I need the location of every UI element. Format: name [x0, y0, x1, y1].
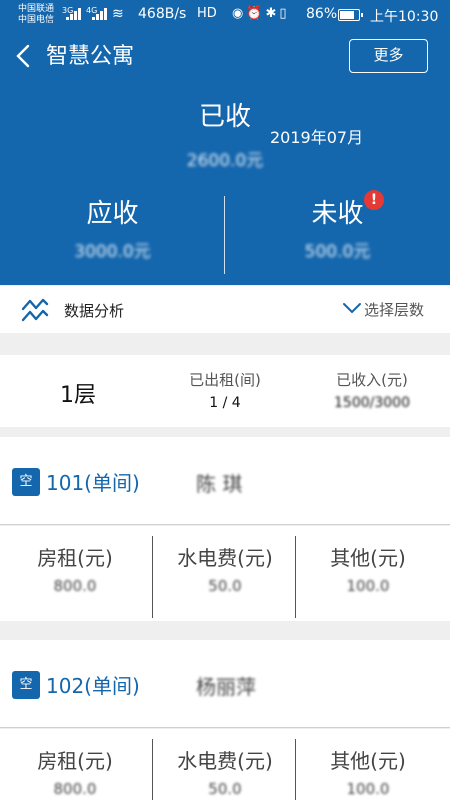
trend-chart-icon[interactable] [20, 296, 50, 328]
unreceived-stat[interactable]: 未收 500.0元 [225, 194, 450, 274]
signal-icon [66, 8, 82, 20]
analysis-bar: 数据分析 选择层数 [0, 286, 450, 333]
signal-icon-2 [92, 8, 108, 20]
utility-value: 50.0 [208, 780, 242, 798]
battery-percent: 86% [306, 6, 338, 22]
back-icon[interactable] [16, 44, 30, 72]
wifi-icon: ≋ [112, 6, 124, 22]
utility-label: 水电费(元) [177, 749, 273, 773]
income-value: 1500/3000 [334, 395, 410, 411]
unit-fees: 房租(元) 800.0 水电费(元) 50.0 其他(元) 100.0 [0, 729, 450, 800]
received-amount: 2600.0元 [186, 151, 264, 171]
income-label: 已收入(元) [336, 371, 408, 389]
battery-icon [338, 9, 363, 21]
vacant-badge: 空 [12, 468, 40, 496]
received-label: 已收 [198, 102, 251, 132]
receivable-stat[interactable]: 应收 3000.0元 [0, 194, 225, 274]
vacant-badge: 空 [12, 671, 40, 699]
carrier-info: 中国联通 中国电信 [18, 4, 54, 26]
carrier-1: 中国联通 [18, 4, 55, 14]
receivable-label: 应收 [86, 199, 139, 229]
rent-value: 800.0 [53, 577, 97, 595]
floor-name: 1层 [60, 383, 96, 408]
utility-cell[interactable]: 水电费(元) 50.0 [150, 526, 300, 621]
status-bar: 中国联通 中国电信 3G 4G ≋ 468B/s HD ◉⏰✱▯ 86% 上午1… [0, 0, 450, 30]
rent-label: 房租(元) [37, 546, 113, 570]
other-value: 100.0 [346, 780, 390, 798]
data-analysis-link[interactable]: 数据分析 [64, 300, 124, 321]
unreceived-label: 未收 [311, 199, 364, 229]
rented-column: 已出租(间) 1 / 4 [150, 369, 300, 411]
period-label[interactable]: 2019年07月 [270, 124, 363, 148]
unit-row[interactable]: 空 101(单间) 陈 琪 [0, 437, 450, 525]
rented-value: 1 / 4 [209, 395, 241, 411]
rent-cell[interactable]: 房租(元) 800.0 [0, 729, 150, 800]
receivable-amount: 3000.0元 [74, 242, 151, 262]
system-icons: ◉⏰✱▯ [232, 6, 290, 21]
rent-cell[interactable]: 房租(元) 800.0 [0, 526, 150, 621]
carrier-2: 中国电信 [18, 15, 55, 25]
tenant-name: 陈 琪 [196, 472, 243, 496]
floor-select-dropdown[interactable]: 选择层数 [364, 299, 424, 320]
other-cell[interactable]: 其他(元) 100.0 [293, 729, 443, 800]
unit-name: 101(单间) [46, 471, 140, 495]
unit-row[interactable]: 空 102(单间) 杨丽萍 [0, 640, 450, 728]
rent-label: 房租(元) [37, 749, 113, 773]
summary-header: 中国联通 中国电信 3G 4G ≋ 468B/s HD ◉⏰✱▯ 86% 上午1… [0, 0, 450, 285]
page-title: 智慧公寓 [46, 44, 135, 69]
other-value: 100.0 [346, 577, 390, 595]
rent-value: 800.0 [53, 780, 97, 798]
hd-icon: HD [197, 6, 217, 21]
utility-value: 50.0 [208, 577, 242, 595]
other-cell[interactable]: 其他(元) 100.0 [293, 526, 443, 621]
utility-label: 水电费(元) [177, 546, 273, 570]
stats-row: 应收 3000.0元 未收 500.0元 [0, 194, 450, 274]
unreceived-amount: 500.0元 [304, 242, 371, 262]
alert-icon: ! [364, 190, 384, 210]
utility-cell[interactable]: 水电费(元) 50.0 [150, 729, 300, 800]
other-label: 其他(元) [330, 546, 406, 570]
chevron-down-icon[interactable] [342, 300, 362, 319]
rented-label: 已出租(间) [189, 371, 261, 389]
tenant-name: 杨丽萍 [196, 675, 256, 699]
unit-name: 102(单间) [46, 674, 140, 698]
income-column: 已收入(元) 1500/3000 [297, 369, 447, 411]
clock: 上午10:30 [370, 9, 439, 25]
network-speed: 468B/s [138, 6, 187, 22]
floor-summary[interactable]: 1层 已出租(间) 1 / 4 已收入(元) 1500/3000 [0, 355, 450, 427]
unit-fees: 房租(元) 800.0 水电费(元) 50.0 其他(元) 100.0 [0, 526, 450, 621]
other-label: 其他(元) [330, 749, 406, 773]
more-button[interactable]: 更多 [349, 39, 428, 73]
